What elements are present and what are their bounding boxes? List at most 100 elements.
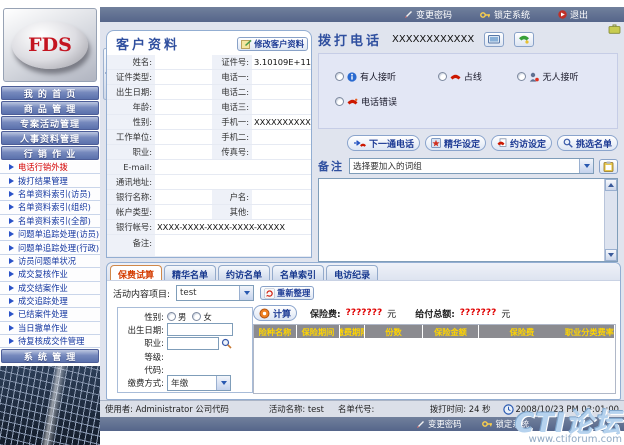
search-icon[interactable] <box>221 338 232 349</box>
tab[interactable]: 约访名单 <box>218 265 270 280</box>
gender-female-option[interactable]: 女 <box>192 311 211 323</box>
highlight-setting-button[interactable]: 精华设定 <box>425 135 486 151</box>
calculate-icon <box>259 308 270 319</box>
radio-no-answer[interactable] <box>517 72 526 81</box>
appointment-icon <box>497 138 507 148</box>
insert-phrase-button[interactable] <box>599 159 618 174</box>
notes-textarea[interactable] <box>318 178 618 262</box>
arrow-right-icon <box>9 191 14 197</box>
tab[interactable]: 保费试算 <box>110 265 162 280</box>
chevron-down-icon[interactable] <box>239 286 253 300</box>
field-value <box>155 235 311 257</box>
birth-date-input[interactable] <box>167 323 233 336</box>
sidebar-menu-button[interactable]: 行 销 作 业 <box>1 146 99 160</box>
table-header-cell: 份数 <box>365 325 423 338</box>
briefcase-icon[interactable] <box>608 23 621 34</box>
sidebar-link[interactable]: 问题单追踪处理(行政) <box>0 241 100 254</box>
pick-list-button[interactable]: 挑选名单 <box>557 135 618 151</box>
sidebar-link[interactable]: 访员问题单状况 <box>0 255 100 268</box>
payment-method-label: 缴费方式: <box>120 377 167 389</box>
calculate-button[interactable]: 计算 <box>253 305 297 321</box>
option-no-answer[interactable]: 无人接听 <box>517 70 611 83</box>
sidebar-link[interactable]: 问题单追踪处理(访员) <box>0 228 100 241</box>
option-wrong-number[interactable]: 电话错误 <box>335 95 438 108</box>
next-call-button[interactable]: 下一通电话 <box>347 135 420 151</box>
radio-female[interactable] <box>192 312 201 321</box>
option-answered[interactable]: 有人接听 <box>335 70 438 83</box>
sidebar-menu-button[interactable]: 专案活动管理 <box>1 116 99 130</box>
message-button[interactable] <box>484 32 504 47</box>
field-label: 证件号: <box>212 55 252 70</box>
field-label: 出生日期: <box>107 85 155 100</box>
edit-note-icon <box>241 39 252 49</box>
field-value <box>252 85 311 100</box>
appointment-setting-button[interactable]: 约访设定 <box>491 135 552 151</box>
field-value <box>155 55 212 70</box>
change-password-link[interactable]: 变更密码 <box>416 418 462 430</box>
radio-male[interactable] <box>167 312 176 321</box>
sidebar-menu-bottom: 系 统 管 理 <box>0 348 100 364</box>
notes-row: 备注 选择要加入的词组 <box>318 158 618 174</box>
customer-form-row: 出生日期: 电话二: <box>107 85 311 100</box>
field-value <box>252 70 311 85</box>
chevron-down-icon[interactable] <box>216 376 230 390</box>
refresh-button[interactable]: 重新整理 <box>260 286 314 300</box>
option-busy[interactable]: 占线 <box>438 70 518 83</box>
scroll-up-icon[interactable] <box>605 179 617 191</box>
sidebar-link[interactable]: 名单资料索引(组织) <box>0 201 100 214</box>
tab[interactable]: 名单索引 <box>272 265 324 280</box>
sidebar-link[interactable]: 成交结案作业 <box>0 282 100 295</box>
logout-link[interactable]: 退出 <box>558 8 588 21</box>
field-label: 电话一: <box>212 70 252 85</box>
radio-wrong-number[interactable] <box>335 97 344 106</box>
scroll-down-icon[interactable] <box>605 249 617 261</box>
premium-trial-content: 活动内容项目: test 重新整理 性别: 男 <box>107 281 620 398</box>
sidebar-link[interactable]: 名单资料索引(访员) <box>0 188 100 201</box>
premium-label: 保险费: <box>310 307 341 320</box>
edit-customer-button[interactable]: 修改客户资料 <box>237 37 308 51</box>
radio-busy[interactable] <box>438 72 447 81</box>
field-value: XXXXXXXXXXXX <box>252 115 311 130</box>
sidebar-menu-button[interactable]: 系 统 管 理 <box>1 349 99 363</box>
lock-system-link[interactable]: 锁定系统 <box>480 8 530 21</box>
sidebar-link[interactable]: 电话行销外拨 <box>0 161 100 174</box>
call-result-options: 有人接听 占线 无人接听 电话错误 <box>318 53 618 129</box>
key-icon <box>480 11 491 19</box>
field-value <box>155 190 212 205</box>
table-header-row: 险种名称 保险期间 缴费期限 份数 <box>254 325 615 338</box>
chevron-down-icon[interactable] <box>579 159 593 173</box>
customer-form-row: 证件类型: 电话一: <box>107 70 311 85</box>
gender-male-option[interactable]: 男 <box>167 311 186 323</box>
payment-method-select[interactable]: 年缴 <box>167 375 231 391</box>
scrollbar[interactable] <box>604 179 617 261</box>
arrow-right-icon <box>9 218 14 224</box>
table-header-cell: 缴费期限 <box>340 325 365 338</box>
sidebar-link[interactable]: 当日撤单作业 <box>0 322 100 335</box>
sidebar-link[interactable]: 成交复核作业 <box>0 268 100 281</box>
clipboard-icon <box>603 161 614 172</box>
tab-bar: 保费试算 精华名单 约访名单 名单索引 电访纪录 <box>107 263 620 281</box>
tab[interactable]: 电访纪录 <box>326 265 378 280</box>
activity-select[interactable]: test <box>176 285 254 301</box>
sidebar-menu-button[interactable]: 人事资料管理 <box>1 131 99 145</box>
sidebar-link[interactable]: 已结案件处理 <box>0 308 100 321</box>
dial-button[interactable] <box>514 32 534 47</box>
field-value <box>155 100 212 115</box>
arrow-right-icon <box>9 245 14 251</box>
logo-ellipse: FDS <box>12 21 88 69</box>
customer-form-row: 职业: 传真号: <box>107 145 311 160</box>
sidebar-menu-button[interactable]: 我 的 首 页 <box>1 86 99 100</box>
phrase-select[interactable]: 选择要加入的词组 <box>349 158 594 174</box>
sidebar-link[interactable]: 待复核成交件管理 <box>0 335 100 348</box>
sidebar-link[interactable]: 名单资料索引(全部) <box>0 215 100 228</box>
sidebar-link[interactable]: 拨打结果管理 <box>0 174 100 187</box>
sidebar-menu-button[interactable]: 商 品 管 理 <box>1 101 99 115</box>
field-value <box>155 130 212 145</box>
change-password-link[interactable]: 变更密码 <box>404 8 452 21</box>
customer-panel-title: 客户资料 <box>116 34 180 53</box>
sidebar-link[interactable]: 成交追踪处理 <box>0 295 100 308</box>
logo: FDS <box>3 8 97 82</box>
tab[interactable]: 精华名单 <box>164 265 216 280</box>
radio-answered[interactable] <box>335 72 344 81</box>
occupation-input[interactable] <box>167 337 219 350</box>
